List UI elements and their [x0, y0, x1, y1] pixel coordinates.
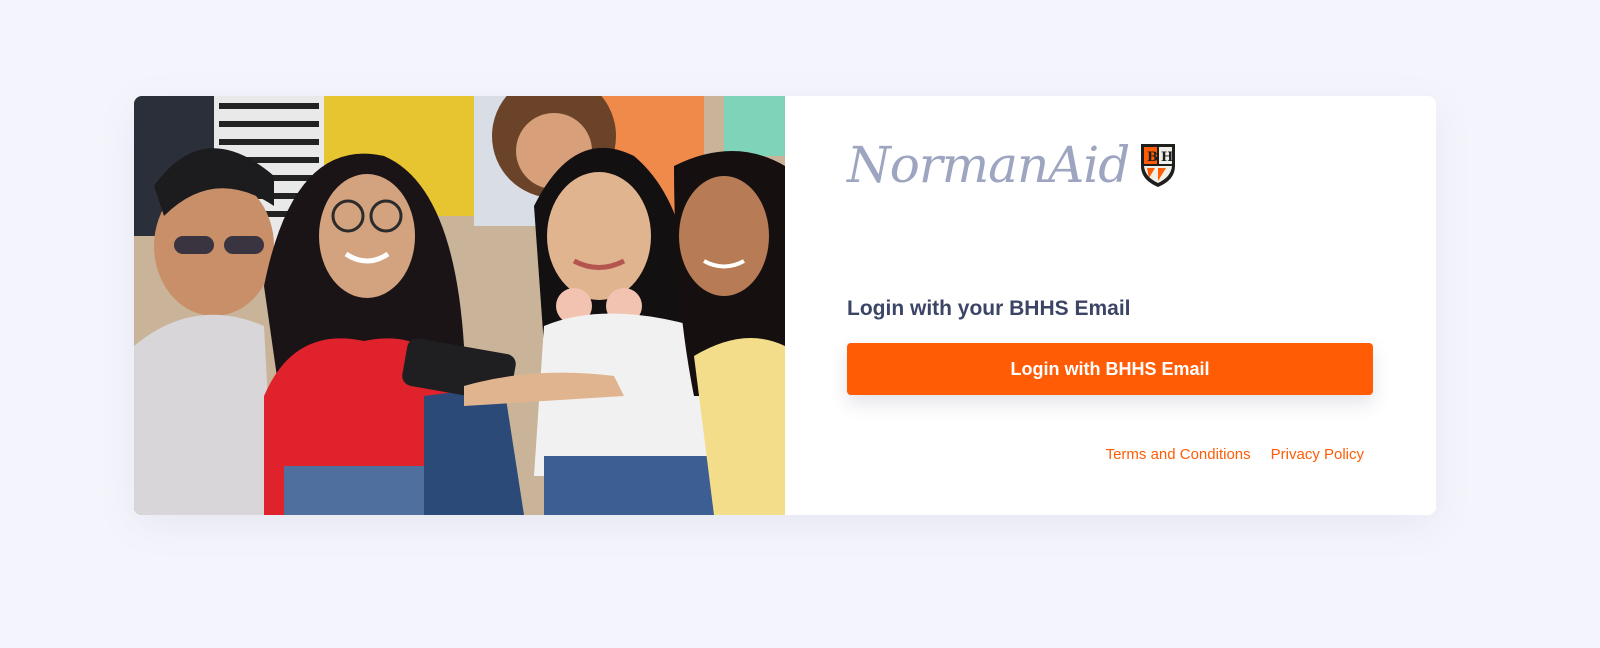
footer-links: Terms and Conditions Privacy Policy: [1106, 446, 1364, 463]
hero-photo: [134, 96, 785, 515]
privacy-policy-link[interactable]: Privacy Policy: [1271, 446, 1364, 463]
logo-wordmark: NormanAid: [847, 136, 1130, 194]
login-panel: NormanAid B H Login with your BHHS Email…: [785, 96, 1436, 515]
bh-crest-icon: B H: [1141, 144, 1176, 187]
crest-letter-h: H: [1161, 150, 1173, 165]
normanaid-logo: NormanAid B H: [847, 140, 1177, 190]
terms-link[interactable]: Terms and Conditions: [1106, 446, 1251, 463]
login-with-email-button[interactable]: Login with BHHS Email: [847, 343, 1373, 395]
crest-letter-b: B: [1147, 150, 1158, 165]
login-heading: Login with your BHHS Email: [847, 297, 1131, 320]
login-card: NormanAid B H Login with your BHHS Email…: [134, 96, 1436, 515]
students-selfie-illustration: [134, 96, 785, 515]
